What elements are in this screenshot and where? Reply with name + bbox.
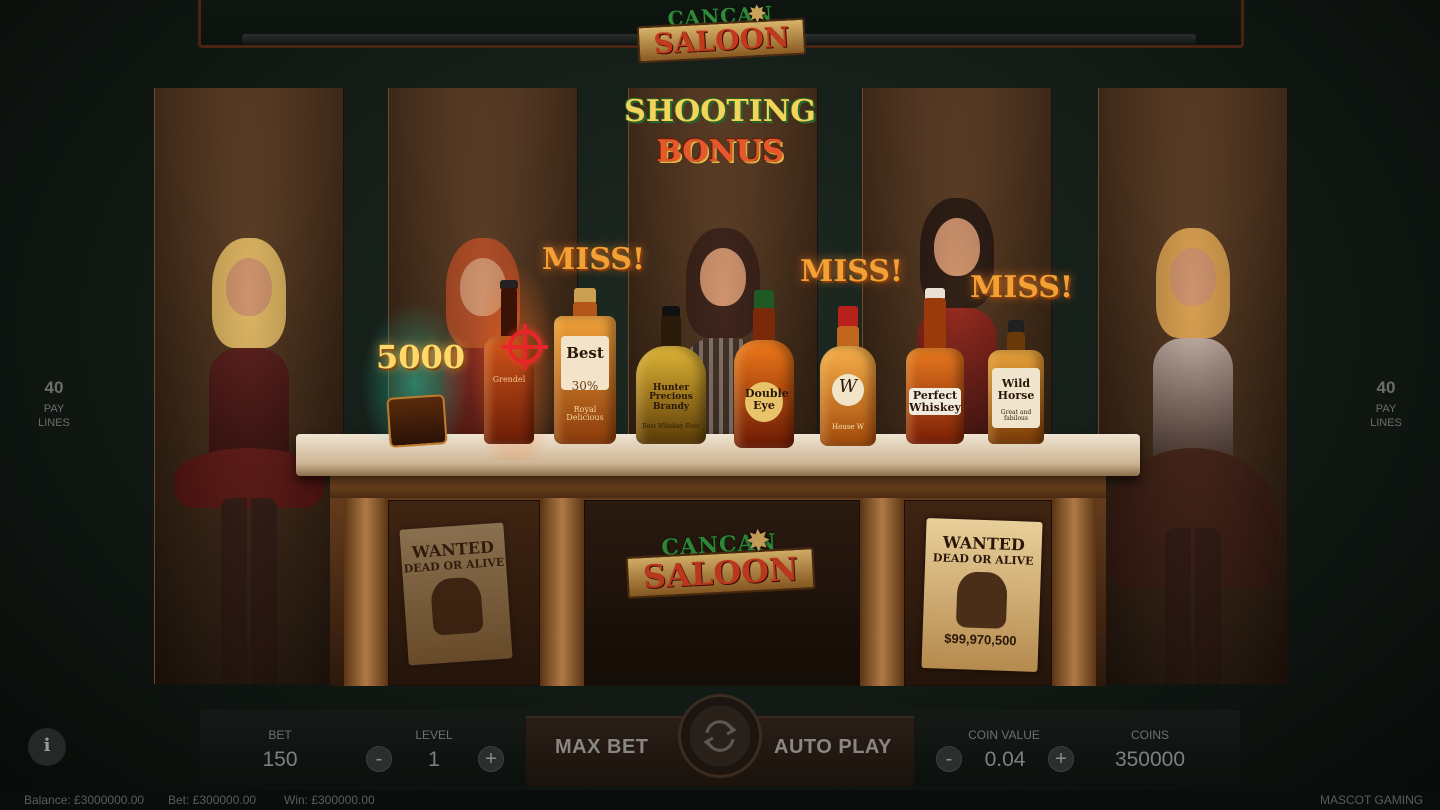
coin-value: 0.04	[984, 748, 1026, 771]
paylines-right: 40 PAY LINES	[1356, 378, 1416, 430]
bar-pillar	[540, 498, 584, 686]
wanted-poster-faded: WANTED DEAD OR ALIVE	[399, 522, 513, 666]
paylines-count: 40	[1376, 378, 1396, 397]
bet-value: 150	[262, 748, 298, 771]
bar-pillar	[860, 498, 904, 686]
coins-value: 350000	[1114, 748, 1186, 771]
poster-subtitle: DEAD OR ALIVE	[932, 551, 1034, 568]
brand-text: MASCOT GAMING	[1320, 793, 1424, 807]
reel-1	[154, 88, 344, 684]
bottle-foot: House W	[832, 423, 864, 431]
bottle-foot: Best Whiskey Ever	[642, 423, 700, 430]
paylines-label-1: PAY	[43, 403, 65, 415]
paylines-label-1: PAY	[1375, 403, 1397, 415]
bottle-house-w[interactable]: W House W	[820, 306, 876, 446]
win-text: Win: £300000.00	[284, 793, 375, 807]
paylines-label-2: LINES	[38, 417, 70, 429]
bonus-title-line2: BONUS	[656, 134, 784, 169]
bar-counter-rim	[330, 476, 1106, 498]
paylines-label-2: LINES	[1370, 417, 1402, 429]
prize-amount: 5000	[376, 338, 466, 376]
bottle-foot: Great and fabilous	[1000, 409, 1032, 423]
level-plus-button[interactable]: +	[478, 746, 504, 772]
bonus-title: SHOOTING BONUS	[560, 92, 880, 172]
bonus-title-line1: SHOOTING	[624, 94, 816, 129]
max-bet-button[interactable]: MAX BET	[555, 736, 649, 759]
bar-pillar	[1052, 498, 1096, 686]
sheriff-star-icon: ✸	[744, 524, 772, 559]
level-label: LEVEL	[415, 728, 453, 742]
shattered-bottle-icon	[386, 394, 448, 448]
bottle-perfect-whiskey[interactable]: Perfect Whiskey	[906, 288, 964, 444]
outlaw-portrait	[955, 571, 1008, 629]
status-bar: Balance: £3000000.00 Bet: £300000.00 Win…	[0, 790, 1440, 810]
info-button[interactable]: i	[28, 728, 66, 766]
bet-total-text: Bet: £300000.00	[168, 793, 257, 807]
outlaw-portrait	[429, 576, 484, 636]
level-value: 1	[428, 748, 440, 771]
bar-pillar	[344, 498, 388, 686]
paylines-left: 40 PAY LINES	[24, 378, 84, 430]
coin-value-label: COIN VALUE	[968, 728, 1040, 742]
bottle-label: Hunter Precious Brandy	[649, 383, 693, 412]
bottle-foot: Royal Delicious	[566, 405, 604, 423]
miss-text: MISS!	[970, 270, 1074, 305]
auto-play-button[interactable]: AUTO PLAY	[774, 736, 892, 759]
spin-button[interactable]	[678, 694, 762, 778]
bottle-label: Perfect Whiskey	[909, 388, 961, 416]
bottle-label: Double Eye	[745, 382, 789, 422]
miss-text: MISS!	[800, 254, 904, 289]
bottle-wild-horse[interactable]: Wild Horse Great and fabilous	[988, 320, 1044, 444]
balance-text: Balance: £3000000.00	[24, 793, 145, 807]
sheriff-star-icon: ✸	[746, 0, 768, 29]
coins-label: COINS	[1130, 728, 1169, 742]
miss-text: MISS!	[542, 242, 646, 277]
bottle-double-eye[interactable]: Double Eye	[734, 290, 794, 448]
logo-counter: CANCAN ✸ SALOON	[611, 524, 830, 599]
coin-value-plus-button[interactable]: +	[1048, 746, 1074, 772]
bottle-best[interactable]: Best 30% Royal Delicious	[554, 288, 616, 444]
refresh-icon	[703, 720, 737, 752]
bet-label: BET	[268, 728, 292, 742]
bottle-hunter[interactable]: Hunter Precious Brandy Best Whiskey Ever	[636, 306, 706, 444]
wanted-poster: WANTED DEAD OR ALIVE $99,970,500	[921, 518, 1043, 672]
crosshair-target-icon	[502, 324, 548, 370]
logo-top: CANCAN ✸ SALOON	[625, 0, 818, 64]
bottle-label: Grendel	[492, 375, 526, 384]
poster-amount: $99,970,500	[944, 630, 1017, 649]
reel-5	[1098, 88, 1288, 684]
paylines-count: 40	[44, 378, 64, 397]
bottle-label: W	[832, 374, 864, 406]
bottle-sub: 30%	[571, 379, 599, 393]
